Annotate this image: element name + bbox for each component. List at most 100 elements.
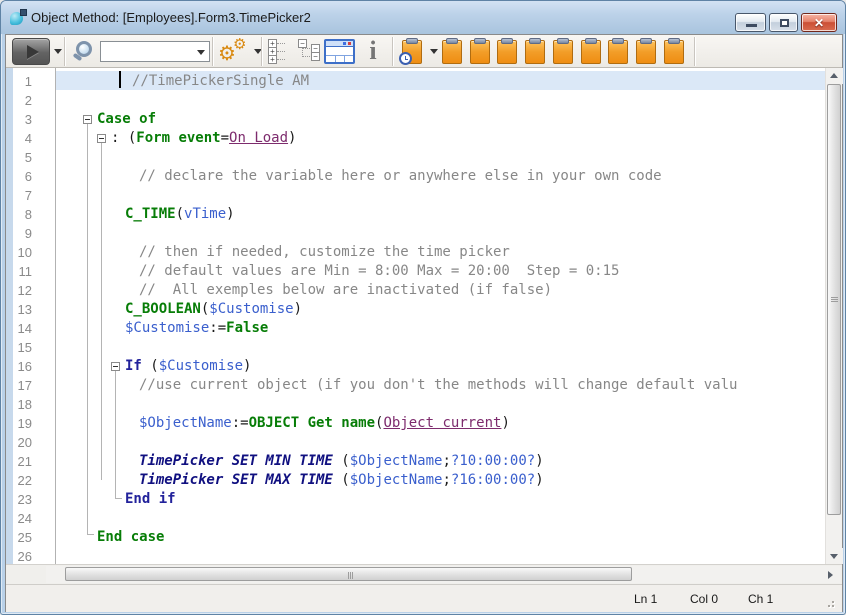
vertical-scrollbar[interactable] (825, 68, 842, 564)
clipboard-3[interactable] (497, 40, 517, 64)
status-column: Col 0 (690, 592, 718, 606)
information-button[interactable]: i (362, 37, 384, 65)
code-token: ) (501, 415, 509, 431)
toolbar: ⚙ ⚙ + + + − − − (6, 35, 842, 68)
code-line-11[interactable]: // default values are Min = 8:00 Max = 2… (139, 262, 619, 281)
scroll-up-button[interactable] (826, 68, 843, 84)
line-number: 25 (14, 528, 32, 547)
code-line-4[interactable]: : (Form event=On Load) (111, 129, 296, 148)
line-number: 12 (14, 281, 32, 300)
clipboard-icon (474, 38, 486, 44)
text-caret (119, 71, 121, 88)
horizontal-scrollbar[interactable] (6, 564, 842, 584)
horizontal-scroll-track[interactable] (46, 566, 840, 583)
code-token: TimePicker SET MIN TIME (139, 453, 333, 469)
client-area: ⚙ ⚙ + + + − − − (5, 34, 843, 612)
window-title: Object Method: [Employees].Form3.TimePic… (31, 10, 311, 25)
fold-marker-line-3[interactable] (83, 115, 92, 124)
code-token: Case of (97, 111, 156, 127)
code-line-12[interactable]: // All exemples below are inactivated (i… (139, 281, 552, 300)
clock-icon (399, 52, 412, 65)
horizontal-scroll-thumb[interactable] (65, 567, 632, 581)
restore-button[interactable] (769, 13, 798, 32)
code-token: ; (442, 472, 450, 488)
code-token: Form event (136, 130, 220, 146)
titlebar[interactable]: Object Method: [Employees].Form3.TimePic… (1, 1, 845, 34)
clipboard-1[interactable] (442, 40, 462, 64)
method-editor-window: Object Method: [Employees].Form3.TimePic… (0, 0, 846, 615)
line-number: 23 (14, 490, 32, 509)
minimize-button[interactable] (735, 13, 766, 32)
info-icon: i (369, 36, 376, 65)
code-line-19[interactable]: $ObjectName:=OBJECT Get name(Object curr… (139, 414, 510, 433)
code-token: $Customise (125, 320, 209, 336)
macros-button[interactable]: ⚙ ⚙ (218, 38, 252, 66)
line-number: 6 (14, 167, 32, 186)
indent-guide (115, 371, 116, 499)
code-token: //use current object (if you don't the m… (139, 377, 737, 393)
execute-dropdown-arrow[interactable] (54, 49, 62, 54)
code-token: C_TIME (125, 206, 176, 222)
code-editor[interactable]: 1234567891011121314151617181920212223242… (6, 68, 842, 564)
code-line-17[interactable]: //use current object (if you don't the m… (139, 376, 737, 395)
code-line-8[interactable]: C_TIME(vTime) (125, 205, 235, 224)
clipboard-icon (406, 38, 418, 44)
close-icon: ✕ (802, 16, 836, 30)
code-token: ( (333, 472, 350, 488)
code-token: ?16:00:00? (451, 472, 535, 488)
search-combobox[interactable] (100, 41, 210, 62)
execute-method-button[interactable] (12, 38, 50, 65)
code-line-14[interactable]: $Customise:=False (125, 319, 268, 338)
resize-grip[interactable] (822, 595, 834, 607)
code-line-21[interactable]: TimePicker SET MIN TIME ($ObjectName;?10… (139, 452, 544, 471)
code-token: $ObjectName (139, 415, 232, 431)
scroll-right-button[interactable] (822, 567, 838, 583)
code-line-10[interactable]: // then if needed, customize the time pi… (139, 243, 510, 262)
code-line-16[interactable]: If ($Customise) (125, 357, 251, 376)
line-number: 11 (14, 262, 32, 281)
line-number: 15 (14, 338, 32, 357)
status-line: Ln 1 (634, 592, 657, 606)
code-line-13[interactable]: C_BOOLEAN($Customise) (125, 300, 302, 319)
clipboard-4[interactable] (525, 40, 545, 64)
line-number: 4 (14, 129, 32, 148)
code-token: $Customise (159, 358, 243, 374)
fold-marker-line-4[interactable] (97, 134, 106, 143)
fold-marker-line-16[interactable] (111, 362, 120, 371)
code-line-1[interactable]: //TimePickerSingle AM (132, 72, 309, 91)
expand-all-button[interactable]: + + + (268, 39, 292, 65)
search-dropdown-arrow[interactable] (197, 50, 205, 55)
clipboard-2[interactable] (470, 40, 490, 64)
code-line-3[interactable]: Case of (97, 110, 156, 129)
line-number: 19 (14, 414, 32, 433)
line-number: 22 (14, 471, 32, 490)
clipboard-5[interactable] (553, 40, 573, 64)
search-input[interactable] (102, 43, 194, 60)
collapse-minus-icon: − (311, 52, 320, 61)
clipboard-8[interactable] (636, 40, 656, 64)
indent-guide-foot (87, 534, 94, 535)
code-line-22[interactable]: TimePicker SET MAX TIME ($ObjectName;?16… (139, 471, 544, 490)
close-button[interactable]: ✕ (801, 13, 837, 32)
clipboard-9[interactable] (664, 40, 684, 64)
code-line-6[interactable]: // declare the variable here or anywhere… (139, 167, 662, 186)
code-pane[interactable]: //TimePickerSingle AM Case of : (Form even… (56, 68, 825, 564)
line-number: 10 (14, 243, 32, 262)
code-line-25[interactable]: End case (97, 528, 164, 547)
code-line-23[interactable]: End if (125, 490, 176, 509)
line-number: 1 (14, 72, 32, 91)
code-token: ) (243, 358, 251, 374)
clipboard-history-button[interactable] (402, 40, 422, 64)
collapse-all-button[interactable]: − − − (298, 39, 322, 65)
clipboard-icon (612, 38, 624, 44)
line-number: 17 (14, 376, 32, 395)
scroll-down-button[interactable] (826, 548, 843, 564)
code-token: // default values are Min = 8:00 Max = 2… (139, 263, 619, 279)
clipboard-6[interactable] (581, 40, 601, 64)
line-number: 13 (14, 300, 32, 319)
clipboard-7[interactable] (608, 40, 628, 64)
code-token: End case (97, 529, 164, 545)
clipboard-dropdown-arrow[interactable] (430, 49, 438, 54)
vertical-scroll-thumb[interactable] (827, 84, 841, 515)
method-properties-button[interactable] (324, 39, 355, 64)
